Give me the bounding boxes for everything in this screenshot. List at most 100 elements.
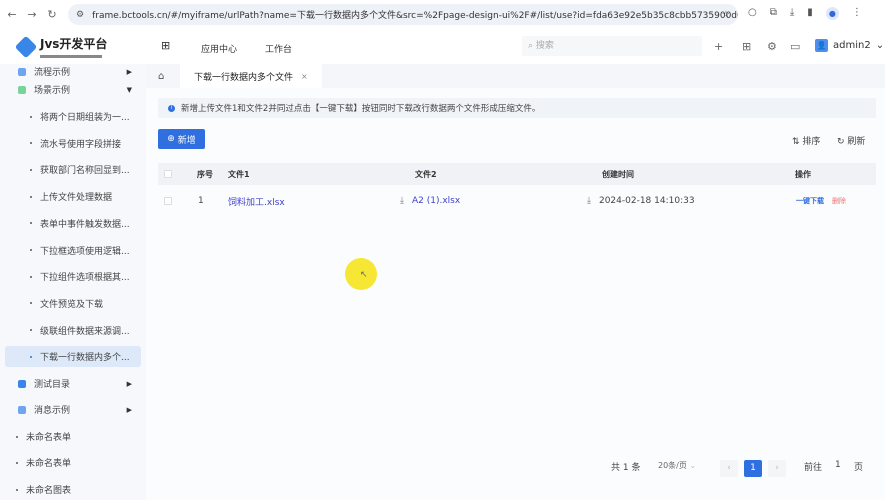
home-icon[interactable]: ⌂: [158, 71, 178, 82]
address-bar[interactable]: ⚙ frame.bctools.cn/#/myiframe/urlPath?na…: [68, 4, 738, 25]
user-menu[interactable]: 👤 admin2 ⌄: [815, 39, 884, 52]
prev-page-button[interactable]: ‹: [720, 460, 738, 477]
page-unit: 页: [854, 463, 864, 473]
cursor-highlight: ↖: [345, 258, 377, 290]
sort-icon: ⇅: [792, 137, 800, 147]
plus-circle-icon: ⊕: [167, 134, 175, 144]
menu-app-center[interactable]: 应用中心: [201, 42, 237, 55]
sidebar-item[interactable]: 下拉组件选项根据其...: [0, 266, 146, 287]
add-button[interactable]: ⊕ 新增: [158, 129, 205, 149]
reload-icon[interactable]: ↻: [44, 8, 60, 21]
cell-created: 2024-02-18 14:10:33: [598, 196, 695, 206]
forward-icon[interactable]: →: [24, 8, 40, 21]
sidebar-label: 下拉框选项使用逻辑...: [40, 246, 130, 257]
file1-link[interactable]: 饲料加工.xlsx: [228, 189, 285, 213]
sidebar-item[interactable]: 流水号使用字段拼接: [0, 133, 146, 154]
sidebar-label: 未命名图表: [26, 486, 72, 496]
back-icon[interactable]: ←: [4, 8, 20, 21]
sort-label: 排序: [802, 137, 821, 147]
next-page-button[interactable]: ›: [768, 460, 786, 477]
sidebar-label: 测试目录: [34, 380, 71, 390]
folder-icon: [18, 67, 26, 76]
total-count: 共 1 条: [611, 463, 641, 473]
sidebar-item[interactable]: 将两个日期组装为一...: [0, 106, 146, 127]
page-1-button[interactable]: 1: [744, 460, 762, 477]
plus-icon[interactable]: +: [714, 40, 723, 53]
menu-workbench[interactable]: 工作台: [265, 42, 292, 55]
header-file2: 文件2: [415, 169, 437, 179]
grid-icon[interactable]: ⊞: [742, 40, 751, 53]
refresh-button[interactable]: ↻ 刷新: [837, 134, 865, 147]
sidebar-label: 流程示例: [34, 68, 71, 78]
goto-input[interactable]: 1: [835, 460, 841, 470]
caret-right-icon: ▶: [126, 405, 132, 414]
sidebar-item[interactable]: 获取部门名称回显到...: [0, 159, 146, 180]
sidepanel-icon[interactable]: ▮: [807, 7, 813, 20]
chevron-down-icon: ⌄: [689, 461, 697, 470]
bullet: [30, 168, 32, 171]
sidebar-group-test[interactable]: 测试目录 ▶: [0, 373, 146, 394]
logo[interactable]: Jvs开发平台: [14, 35, 107, 58]
sidebar-item[interactable]: 下载一行数据内多个...: [5, 346, 141, 368]
sidebar-label: 场景示例: [34, 86, 71, 96]
site-settings-icon[interactable]: ⚙: [76, 10, 84, 20]
extension-circle-icon[interactable]: ○: [748, 7, 757, 20]
app-header: Jvs开发平台 ⊞ 应用中心 工作台 ⌕ 搜索 + ⊞ ⚙ ▭ 👤 admin2 ⌄: [0, 29, 885, 64]
sidebar-item-chart[interactable]: 未命名图表: [0, 479, 146, 500]
one-click-download-button[interactable]: 一键下载: [796, 189, 824, 213]
bullet: [30, 302, 32, 305]
sidebar-label: 未命名表单: [26, 459, 72, 469]
info-alert: i 新增上传文件1和文件2并同过点击【一键下载】按钮同时下载改行数据两个文件形成压…: [158, 98, 876, 118]
search-placeholder: 搜索: [535, 41, 554, 51]
table-row: 1 饲料加工.xlsx ⤓ A2 (1).xlsx ⤓ 2024-02-18 14:…: [158, 189, 876, 213]
bullet: [30, 195, 32, 198]
sidebar-group-scenario[interactable]: 场景示例 ▼: [0, 79, 146, 100]
sidebar-item[interactable]: 级联组件数据来源调...: [0, 320, 146, 341]
main-content: ⌂ 下载一行数据内多个文件 × i 新增上传文件1和文件2并同过点击【一键下载】按钮…: [146, 64, 885, 500]
sort-button[interactable]: ⇅ 排序: [792, 134, 820, 147]
profile-icon[interactable]: ●: [825, 7, 839, 20]
download-icon[interactable]: ⤓: [790, 7, 794, 20]
close-icon[interactable]: ×: [301, 72, 308, 81]
sidebar-label: 表单中事件触发数据...: [40, 219, 130, 230]
sidebar-label: 下拉组件选项根据其...: [40, 273, 130, 284]
list-icon: [18, 379, 26, 388]
sidebar-item-form-2[interactable]: 未命名表单: [0, 452, 146, 473]
refresh-label: 刷新: [847, 137, 866, 147]
row-checkbox[interactable]: [164, 197, 172, 205]
sidebar-item[interactable]: 表单中事件触发数据...: [0, 213, 146, 234]
delete-button[interactable]: 删除: [832, 189, 846, 213]
download-icon[interactable]: ⤓: [587, 196, 591, 206]
settings-icon[interactable]: ⚙: [767, 40, 777, 53]
sidebar-label: 获取部门名称回显到...: [40, 166, 130, 177]
bullet: [30, 115, 32, 118]
sidebar-item-form-1[interactable]: 未命名表单: [0, 426, 146, 447]
extensions-icon[interactable]: ⧉: [770, 7, 777, 20]
select-all-checkbox[interactable]: [164, 170, 172, 178]
logo-subtitle: [40, 55, 102, 58]
sidebar-item[interactable]: 下拉框选项使用逻辑...: [0, 240, 146, 261]
page-size-select[interactable]: 20条/页 ⌄: [658, 460, 696, 471]
sidebar-item[interactable]: 文件预览及下载: [0, 293, 146, 314]
tab-current[interactable]: 下载一行数据内多个文件 ×: [180, 64, 322, 88]
caret-down-icon: ▼: [126, 85, 132, 94]
alert-text: 新增上传文件1和文件2并同过点击【一键下载】按钮同时下载改行数据两个文件形成压缩…: [181, 104, 541, 114]
menu-icon[interactable]: ⋮: [852, 7, 862, 20]
pointer-icon: ↖: [360, 270, 368, 280]
file2-link[interactable]: A2 (1).xlsx: [412, 196, 460, 206]
download-icon[interactable]: ⤓: [400, 196, 404, 206]
search-input[interactable]: ⌕ 搜索: [522, 36, 702, 56]
apps-grid-icon[interactable]: ⊞: [161, 39, 170, 52]
bookmark-star-icon[interactable]: ☆: [722, 10, 730, 20]
refresh-icon: ↻: [837, 137, 845, 147]
tab-label: 下载一行数据内多个文件: [194, 72, 294, 83]
header-created: 创建时间: [602, 169, 634, 179]
table-header: 序号 文件1 文件2 创建时间 操作: [158, 163, 876, 185]
caret-right-icon: ▶: [126, 379, 132, 388]
sidebar-group-message[interactable]: 消息示例 ▶: [0, 399, 146, 420]
message-icon[interactable]: ▭: [790, 40, 800, 53]
sidebar-item[interactable]: 上传文件处理数据: [0, 186, 146, 207]
form-icon: [18, 85, 26, 94]
goto-label: 前往: [804, 463, 823, 473]
chevron-down-icon: ⌄: [875, 40, 885, 51]
